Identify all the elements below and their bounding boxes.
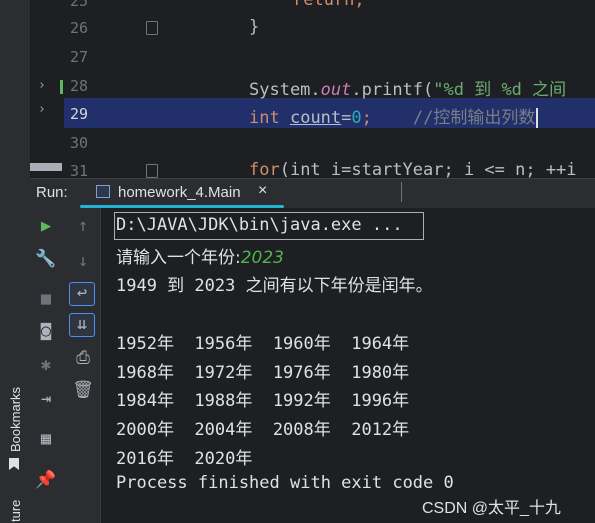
close-icon[interactable]: × xyxy=(258,182,267,200)
run-icon[interactable]: ▶ xyxy=(34,216,58,236)
tab-label: homework_4.Main xyxy=(118,184,241,201)
prompt-line: 请输入一个年份:2023 xyxy=(116,248,284,268)
scroll-thumb[interactable] xyxy=(30,163,62,171)
layout-icon[interactable]: ▦ xyxy=(34,429,58,449)
soft-wrap-icon[interactable]: ↩ xyxy=(69,282,95,306)
scroll-end-icon[interactable]: ⇊ xyxy=(69,313,95,337)
list-item: 2000年 2004年 2008年 2012年 xyxy=(116,420,410,440)
gutter-marker xyxy=(60,80,63,94)
chevron-right-icon[interactable]: › xyxy=(38,102,46,117)
chevron-right-icon[interactable]: › xyxy=(38,78,46,93)
line-number: 29 xyxy=(70,105,89,123)
list-item: 1968年 1972年 1976年 1980年 xyxy=(116,363,410,383)
watermark: CSDN @太平_十九 xyxy=(422,500,561,517)
run-label: Run: xyxy=(36,184,68,201)
line-number: 30 xyxy=(70,134,89,152)
divider xyxy=(401,182,402,202)
code-line-26: } xyxy=(249,17,260,37)
print-icon[interactable]: ⎙ xyxy=(71,348,95,368)
list-item: 1952年 1956年 1960年 1964年 xyxy=(116,334,410,354)
fold-marker-icon[interactable] xyxy=(146,164,158,178)
up-arrow-icon[interactable]: ↑ xyxy=(71,216,95,236)
code-line-29: int count=0; //控制输出列数 xyxy=(249,103,539,128)
debug-icon[interactable]: ✱ xyxy=(34,355,58,375)
bookmarks-tab[interactable]: Bookmarks xyxy=(8,387,23,452)
app-window-icon xyxy=(96,185,110,198)
trash-icon[interactable]: 🗑 xyxy=(71,380,95,400)
exit-status: Process finished with exit code 0 xyxy=(116,473,454,493)
line-number: 27 xyxy=(70,48,89,66)
pin-icon[interactable]: 📌 xyxy=(34,470,58,490)
structure-tab[interactable]: ture xyxy=(8,500,23,522)
wrench-icon[interactable]: 🔧 xyxy=(34,249,58,269)
down-arrow-icon[interactable]: ↓ xyxy=(71,251,95,271)
camera-icon[interactable]: ◙ xyxy=(34,321,58,341)
code-line-25: return; xyxy=(293,0,365,10)
list-item: 1984年 1988年 1992年 1996年 xyxy=(116,391,410,411)
command-line: D:\JAVA\JDK\bin\java.exe ... xyxy=(116,215,403,235)
result-header: 1949 到 2023 之间有以下年份是闰年。 xyxy=(116,276,433,296)
login-icon[interactable]: ⇥ xyxy=(34,389,58,409)
line-number: 26 xyxy=(70,19,89,37)
line-number: 28 xyxy=(70,77,89,95)
code-line-31: for(int i=startYear; i <= n; ++i xyxy=(249,160,577,180)
code-line-28: System.out.printf("%d 到 %d 之间 xyxy=(249,80,567,100)
stop-icon[interactable]: ■ xyxy=(34,289,58,309)
fold-marker-icon[interactable] xyxy=(146,21,158,35)
list-item: 2016年 2020年 xyxy=(116,449,253,469)
line-number: 25 xyxy=(70,0,89,10)
